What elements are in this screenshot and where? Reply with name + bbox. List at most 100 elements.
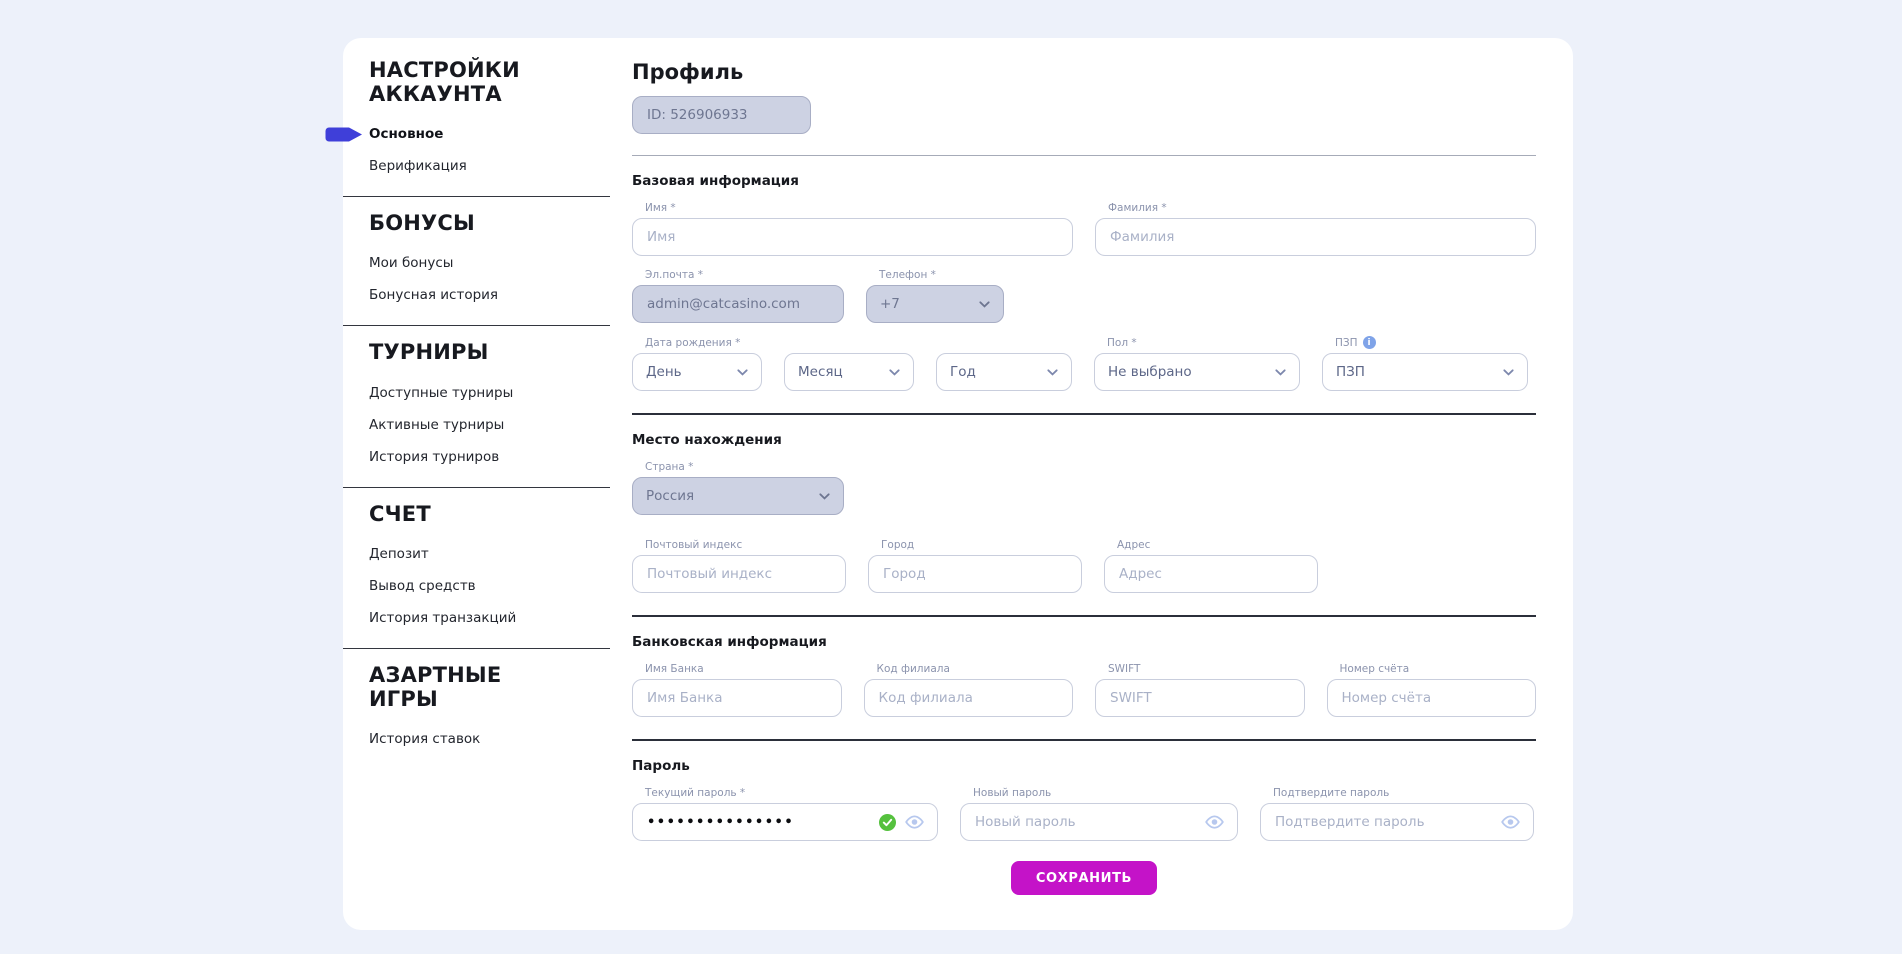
city-field: Город (868, 539, 1082, 593)
city-label: Город (881, 539, 1082, 551)
row-password: Текущий пароль * Новый пароль (632, 787, 1536, 841)
current-password-label: Текущий пароль * (645, 787, 938, 799)
branch-code-input[interactable] (864, 679, 1074, 717)
chevron-down-icon (889, 369, 900, 376)
first-name-input[interactable] (632, 218, 1073, 256)
toggle-password-visibility-icon[interactable] (1500, 815, 1521, 829)
gender-label: Пол * (1107, 337, 1300, 349)
sidebar-item-tournament-history[interactable]: История турниров (369, 441, 610, 473)
phone-label: Телефон * (879, 269, 1004, 281)
postal-code-input[interactable] (632, 555, 846, 593)
profile-id-input (632, 96, 811, 134)
chevron-down-icon (737, 369, 748, 376)
sidebar-section-title: БОНУСЫ (369, 211, 554, 235)
save-button[interactable]: СОХРАНИТЬ (1011, 861, 1157, 895)
sidebar-section-account-settings: НАСТРОЙКИ АККАУНТА Основное Верификация (369, 58, 610, 197)
birth-month-field: Месяц (784, 353, 914, 391)
row-name: Имя * Фамилия * (632, 202, 1536, 256)
bank-name-input[interactable] (632, 679, 842, 717)
sidebar-item-main[interactable]: Основное (369, 118, 610, 150)
bank-name-label: Имя Банка (645, 663, 842, 675)
new-password-label: Новый пароль (973, 787, 1238, 799)
gender-select[interactable]: Не выбрано (1094, 353, 1300, 391)
profile-id-field (632, 96, 811, 134)
account-settings-card: НАСТРОЙКИ АККАУНТА Основное Верификация … (343, 38, 1573, 930)
first-name-label: Имя * (645, 202, 1073, 214)
postal-code-field: Почтовый индекс (632, 539, 846, 593)
sidebar-section-tournaments: ТУРНИРЫ Доступные турниры Активные турни… (369, 340, 610, 487)
chevron-down-icon (819, 493, 830, 500)
postal-code-label: Почтовый индекс (645, 539, 846, 551)
gender-field: Пол * Не выбрано (1094, 337, 1300, 391)
birth-year-select[interactable]: Год (936, 353, 1072, 391)
current-password-field: Текущий пароль * (632, 787, 938, 841)
birth-month-select[interactable]: Месяц (784, 353, 914, 391)
city-input[interactable] (868, 555, 1082, 593)
account-number-label: Номер счёта (1340, 663, 1537, 675)
toggle-password-visibility-icon[interactable] (1204, 815, 1225, 829)
sidebar-item-label: Верификация (369, 158, 467, 174)
sidebar-item-label: Доступные турниры (369, 385, 513, 401)
birth-day-select[interactable]: День (632, 353, 762, 391)
toggle-password-visibility-icon[interactable] (904, 815, 925, 829)
sidebar-item-available-tournaments[interactable]: Доступные турниры (369, 377, 610, 409)
phone-code-select: +7 (866, 285, 1004, 323)
confirm-password-label: Подтвердите пароль (1273, 787, 1534, 799)
sidebar: НАСТРОЙКИ АККАУНТА Основное Верификация … (343, 38, 610, 755)
sidebar-section-title: АЗАРТНЫЕ ИГРЫ (369, 663, 554, 711)
chevron-down-icon (1047, 369, 1058, 376)
sidebar-item-label: Вывод средств (369, 578, 476, 594)
sidebar-item-withdrawal[interactable]: Вывод средств (369, 570, 610, 602)
chevron-down-icon (979, 301, 990, 308)
last-name-label: Фамилия * (1108, 202, 1536, 214)
active-item-arrow-icon (325, 127, 363, 142)
sidebar-divider (343, 325, 610, 326)
confirm-password-input[interactable] (1260, 803, 1534, 841)
section-heading-bank-info: Банковская информация (632, 634, 1536, 650)
divider (632, 155, 1536, 156)
divider (632, 739, 1536, 741)
divider (632, 413, 1536, 415)
info-icon[interactable]: i (1363, 336, 1376, 349)
email-field: Эл.почта * (632, 269, 844, 323)
pzp-select[interactable]: ПЗП (1322, 353, 1528, 391)
row-birth-gender: Дата рождения * День Месяц (632, 336, 1536, 391)
address-label: Адрес (1117, 539, 1318, 551)
row-contact: Эл.почта * Телефон * +7 (632, 269, 1536, 323)
last-name-field: Фамилия * (1095, 202, 1536, 256)
pzp-field: ПЗП i ПЗП (1322, 336, 1528, 391)
sidebar-section-title: ТУРНИРЫ (369, 340, 554, 364)
birth-year-field: Год (936, 353, 1072, 391)
row-country: Страна * Россия (632, 461, 1536, 515)
sidebar-item-bet-history[interactable]: История ставок (369, 723, 610, 755)
sidebar-divider (343, 196, 610, 197)
sidebar-item-verification[interactable]: Верификация (369, 150, 610, 182)
account-number-input[interactable] (1327, 679, 1537, 717)
swift-field: SWIFT (1095, 663, 1305, 717)
sidebar-item-my-bonuses[interactable]: Мои бонусы (369, 247, 610, 279)
chevron-down-icon (1275, 369, 1286, 376)
sidebar-item-label: Активные турниры (369, 417, 504, 433)
sidebar-item-transaction-history[interactable]: История транзакций (369, 602, 610, 634)
branch-code-label: Код филиала (877, 663, 1074, 675)
birth-day-field: Дата рождения * День (632, 337, 762, 391)
email-label: Эл.почта * (645, 269, 844, 281)
new-password-input[interactable] (960, 803, 1238, 841)
address-field: Адрес (1104, 539, 1318, 593)
country-label: Страна * (645, 461, 844, 473)
sidebar-item-label: Основное (369, 126, 443, 142)
sidebar-section-bonuses: БОНУСЫ Мои бонусы Бонусная история (369, 211, 610, 326)
last-name-input[interactable] (1095, 218, 1536, 256)
sidebar-section-title: СЧЕТ (369, 502, 554, 526)
branch-code-field: Код филиала (864, 663, 1074, 717)
sidebar-item-active-tournaments[interactable]: Активные турниры (369, 409, 610, 441)
swift-input[interactable] (1095, 679, 1305, 717)
country-select: Россия (632, 477, 844, 515)
address-input[interactable] (1104, 555, 1318, 593)
section-heading-password: Пароль (632, 758, 1536, 774)
bank-name-field: Имя Банка (632, 663, 842, 717)
sidebar-item-deposit[interactable]: Депозит (369, 538, 610, 570)
divider (632, 615, 1536, 617)
sidebar-item-bonus-history[interactable]: Бонусная история (369, 279, 610, 311)
valid-check-icon (879, 814, 896, 831)
